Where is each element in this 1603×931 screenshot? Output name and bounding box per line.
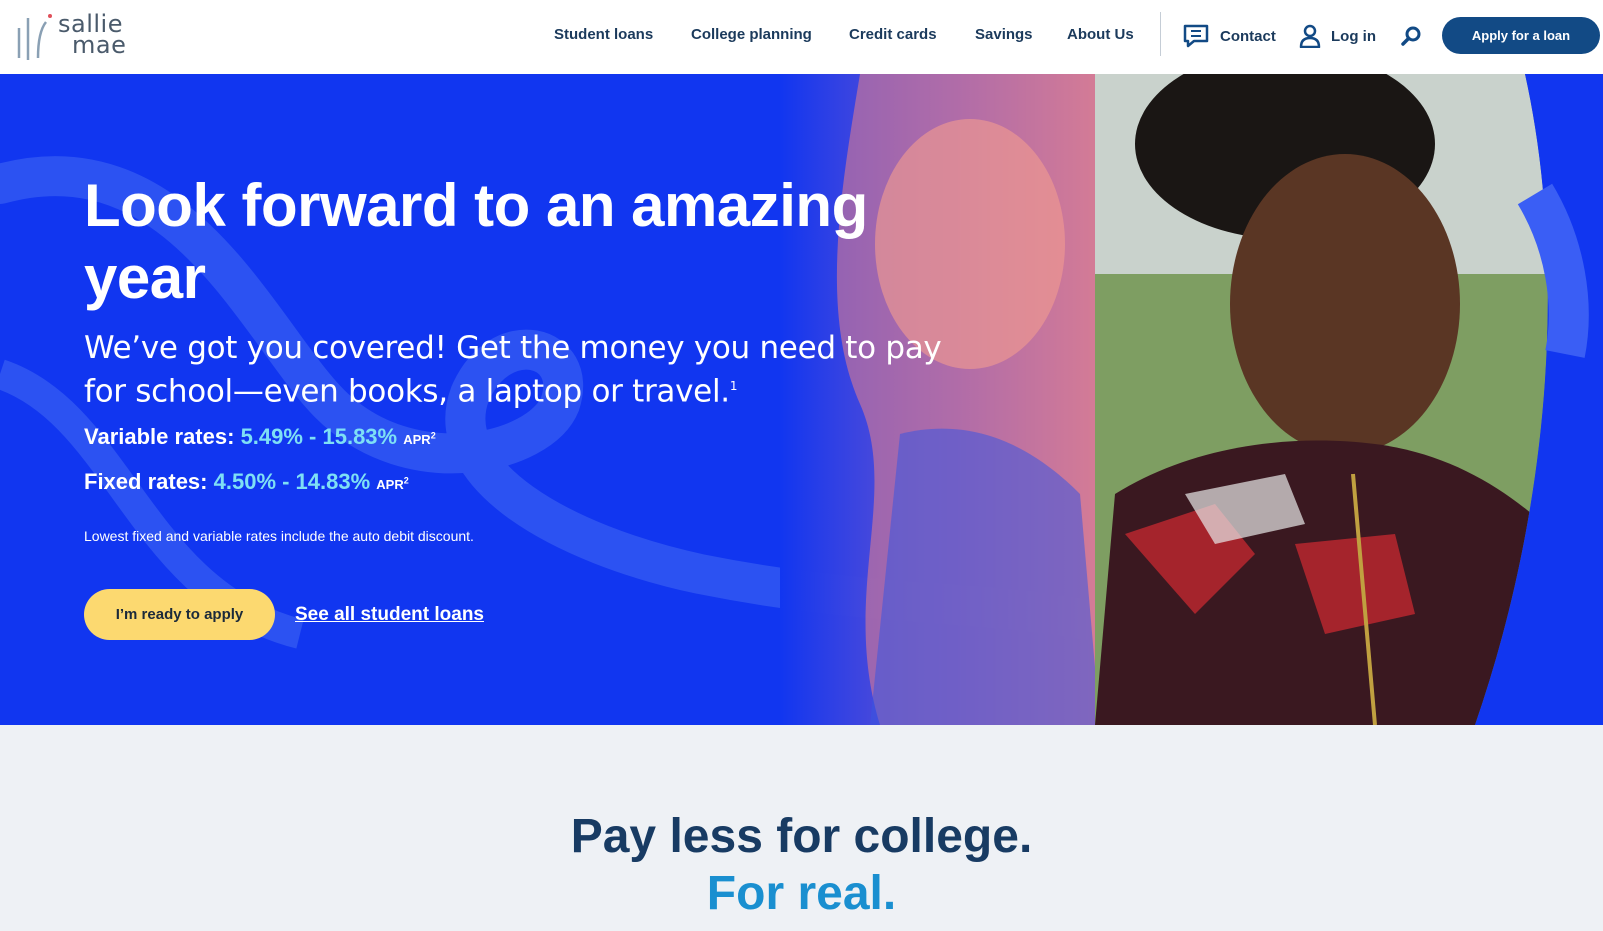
search-button[interactable] (1400, 22, 1422, 50)
value-prop-subheading: For real. (706, 867, 897, 920)
login-label: Log in (1331, 27, 1376, 45)
rates-disclaimer: Lowest fixed and variable rates include … (84, 528, 474, 544)
fixed-apr: APR2 (376, 476, 409, 492)
value-prop-heading: Pay less for college. (570, 810, 1033, 863)
nav-college-planning[interactable]: College planning (691, 26, 812, 43)
login-link[interactable]: Log in (1299, 22, 1376, 50)
search-icon (1400, 25, 1422, 47)
variable-apr-label: APR (403, 432, 431, 447)
hero-subtitle: We’ve got you covered! Get the money you… (84, 329, 984, 410)
variable-apr-footnote[interactable]: 2 (431, 431, 436, 441)
chat-icon (1182, 23, 1210, 49)
logo-line-2: mae (72, 31, 127, 59)
variable-rates-value: 5.49% - 15.83% (240, 424, 398, 449)
fixed-rates-value: 4.50% - 14.83% (213, 469, 371, 494)
sallie-mae-logo-icon (17, 14, 52, 60)
logo-wordmark: sallie mae (58, 12, 127, 59)
hero-title: Look forward to an amazing year (84, 172, 868, 311)
sallie-mae-logo[interactable]: sallie mae (16, 8, 156, 64)
hero-banner: Look forward to an amazing year We’ve go… (0, 74, 1603, 725)
nav-student-loans[interactable]: Student loans (554, 26, 653, 43)
nav-divider (1160, 12, 1161, 56)
nav-about-us[interactable]: About Us (1067, 26, 1134, 43)
variable-rates-label: Variable rates: (84, 424, 235, 449)
nav-credit-cards[interactable]: Credit cards (849, 26, 937, 43)
user-icon (1299, 24, 1321, 48)
hero-photo-right (1095, 74, 1603, 725)
contact-link[interactable]: Contact (1182, 22, 1276, 50)
variable-rates: Variable rates: 5.49% - 15.83% APR2 (84, 424, 436, 450)
hero-subtitle-text: We’ve got you covered! Get the money you… (84, 330, 942, 410)
fixed-apr-label: APR (376, 477, 404, 492)
fixed-rates: Fixed rates: 4.50% - 14.83% APR2 (84, 469, 409, 495)
fixed-rates-label: Fixed rates: (84, 469, 208, 494)
variable-apr: APR2 (403, 431, 436, 447)
fixed-apr-footnote[interactable]: 2 (404, 476, 409, 486)
subtitle-footnote[interactable]: 1 (730, 379, 738, 393)
see-all-student-loans-link[interactable]: See all student loans (295, 604, 484, 626)
contact-label: Contact (1220, 27, 1276, 45)
nav-savings[interactable]: Savings (975, 26, 1033, 43)
apply-for-loan-button[interactable]: Apply for a loan (1442, 17, 1600, 54)
value-prop-section: Pay less for college. For real. (0, 725, 1603, 931)
ready-to-apply-button[interactable]: I’m ready to apply (84, 589, 275, 640)
site-header: sallie mae Student loans College plannin… (0, 0, 1603, 74)
